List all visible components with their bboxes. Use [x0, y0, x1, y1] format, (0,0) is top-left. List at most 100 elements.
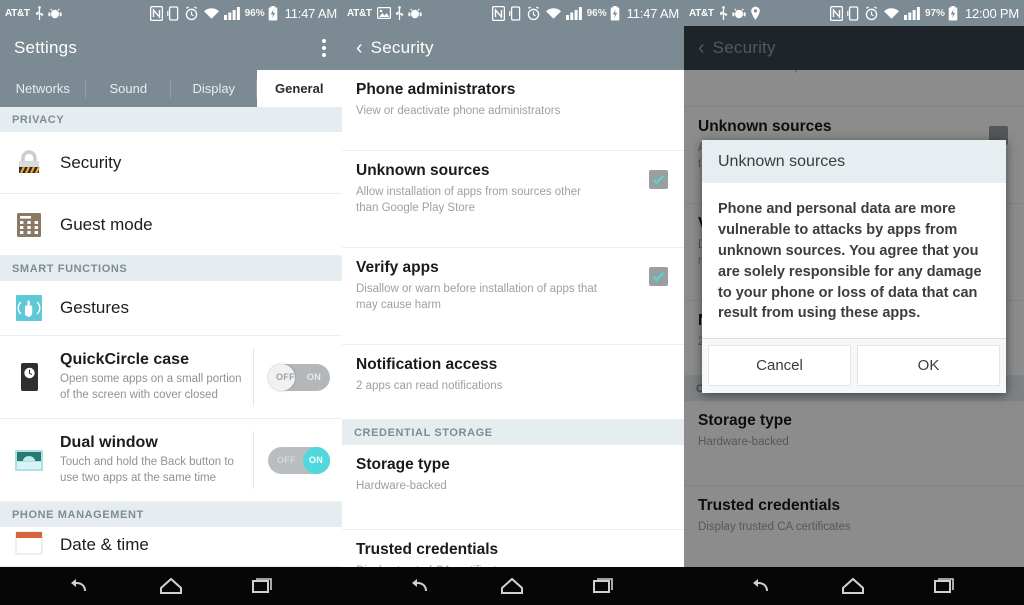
settings-list: PRIVACY Security Guest mode SMART FUNCTI…: [0, 107, 342, 567]
tab-label: Sound: [109, 81, 148, 96]
toggle-quickcircle[interactable]: OFF ON: [268, 363, 330, 391]
list-item-sublabel: View or deactivate phone administrators: [356, 104, 561, 117]
toggle-on-label: ON: [308, 455, 323, 465]
list-item-security[interactable]: Security: [0, 132, 342, 194]
list-item-sublabel: Touch and hold the Back button to use tw…: [60, 456, 234, 484]
list-item-text: Dual window Touch and hold the Back butt…: [60, 434, 247, 486]
divider: [253, 348, 254, 406]
ok-button[interactable]: OK: [857, 345, 1000, 387]
list-item-quickcircle-case[interactable]: QuickCircle case Open some apps on a sma…: [0, 336, 342, 419]
battery-icon: [948, 5, 958, 21]
list-item-label: Security: [60, 152, 122, 172]
nfc-icon: [491, 5, 505, 21]
list-item-gestures[interactable]: Gestures: [0, 281, 342, 336]
list-item-notification-access[interactable]: Notification access 2 apps can read noti…: [342, 345, 684, 420]
back-nav-icon[interactable]: [406, 573, 436, 599]
list-item-label: Storage type: [356, 456, 450, 473]
android-debug-icon: [408, 7, 422, 20]
signal-icon: [903, 6, 921, 20]
page-title: Security: [370, 38, 434, 57]
date-time-icon: [12, 528, 46, 562]
tab-display[interactable]: Display: [171, 70, 257, 107]
clock-label: 11:47 AM: [284, 5, 338, 21]
vibrate-icon: [847, 5, 860, 21]
dialog-message: Phone and personal data are more vulnera…: [718, 201, 982, 322]
carrier-label: AT&T: [5, 7, 30, 19]
list-item-label: QuickCircle case: [60, 350, 189, 368]
battery-icon: [268, 5, 278, 21]
list-item-label: Gestures: [60, 298, 129, 317]
wifi-icon: [203, 7, 220, 20]
toggle-off-label: OFF: [277, 455, 296, 465]
tab-label: General: [275, 81, 324, 96]
checkbox-verify-apps[interactable]: [649, 267, 668, 286]
checkbox-unknown-sources[interactable]: [649, 170, 668, 189]
list-item-label: Unknown sources: [356, 162, 490, 179]
tab-general[interactable]: General: [256, 70, 342, 107]
list-item-text: Date & time: [60, 535, 330, 555]
list-item-unknown-sources[interactable]: Unknown sources Allow installation of ap…: [342, 151, 684, 248]
toggle-off-label: OFF: [276, 372, 295, 382]
section-header-phone-management: PHONE MANAGEMENT: [0, 502, 342, 527]
nav-segment: [683, 567, 1024, 605]
status-bar: AT&T: [684, 0, 1024, 26]
security-list: Phone administrators View or deactivate …: [342, 70, 684, 605]
list-item-dual-window[interactable]: Dual window Touch and hold the Back butt…: [0, 419, 342, 502]
tab-sound[interactable]: Sound: [86, 70, 171, 107]
list-item-date-time[interactable]: Date & time: [0, 527, 342, 567]
vibrate-icon: [508, 5, 522, 21]
page-title: Settings: [14, 38, 78, 57]
divider: [253, 431, 254, 489]
home-nav-icon[interactable]: [838, 573, 868, 599]
list-item-storage-type[interactable]: Storage type Hardware-backed: [342, 445, 684, 530]
tab-networks[interactable]: Networks: [0, 70, 86, 107]
battery-icon: [610, 5, 620, 21]
tab-label: Display: [192, 81, 236, 96]
list-item-verify-apps[interactable]: Verify apps Disallow or warn before inst…: [342, 248, 684, 345]
lock-icon: [12, 146, 46, 180]
carrier-label: AT&T: [347, 7, 372, 19]
guest-keypad-icon: [12, 208, 46, 242]
back-nav-icon[interactable]: [747, 573, 777, 599]
nav-segment: [0, 567, 341, 605]
panel-security-dialog: AT&T 97% 12:00 PM ‹ Security Unknown sou…: [684, 0, 1024, 605]
section-header-credential-storage: CREDENTIAL STORAGE: [342, 420, 684, 445]
status-bar: AT&T: [342, 0, 684, 26]
usb-icon: [35, 5, 44, 21]
navigation-bar: [0, 567, 1024, 605]
dialog-buttons: Cancel OK: [702, 338, 1006, 394]
nav-segment: [341, 567, 682, 605]
list-item-phone-administrators[interactable]: Phone administrators View or deactivate …: [342, 70, 684, 151]
overflow-menu-icon[interactable]: [322, 39, 326, 57]
alarm-icon: [526, 5, 541, 21]
home-nav-icon[interactable]: [156, 573, 186, 599]
wifi-icon: [545, 7, 562, 20]
recents-nav-icon[interactable]: [929, 573, 959, 599]
action-bar: ‹ Security: [342, 26, 684, 70]
back-nav-icon[interactable]: [65, 573, 95, 599]
carrier-label: AT&T: [689, 7, 714, 19]
section-header-privacy: PRIVACY: [0, 107, 342, 132]
list-item-text: Notification access 2 apps can read noti…: [356, 356, 670, 394]
alarm-icon: [864, 5, 879, 21]
list-item-label: Guest mode: [60, 214, 153, 234]
alarm-icon: [184, 5, 199, 21]
toggle-dual-window[interactable]: OFF ON: [268, 446, 330, 474]
list-item-text: QuickCircle case Open some apps on a sma…: [60, 351, 247, 403]
nfc-icon: [829, 5, 843, 21]
recents-nav-icon[interactable]: [588, 573, 618, 599]
back-chevron-icon[interactable]: ‹: [356, 38, 363, 58]
unknown-sources-dialog: Unknown sources Phone and personal data …: [702, 140, 1006, 394]
home-nav-icon[interactable]: [497, 573, 527, 599]
clock-label: 12:00 PM: [964, 5, 1019, 21]
section-header-smart-functions: SMART FUNCTIONS: [0, 256, 342, 281]
recents-nav-icon[interactable]: [247, 573, 277, 599]
list-item-sublabel: Open some apps on a small portion of the…: [60, 373, 242, 401]
usb-icon: [395, 5, 404, 21]
list-item-guest-mode[interactable]: Guest mode: [0, 194, 342, 256]
cancel-button[interactable]: Cancel: [708, 345, 851, 387]
dual-window-icon: [12, 443, 46, 477]
three-panel-screenshot: AT&T 96% 11:47 AM Settings Networks Soun…: [0, 0, 1024, 605]
battery-percent-label: 97%: [924, 7, 945, 19]
list-item-label: Dual window: [60, 433, 158, 451]
